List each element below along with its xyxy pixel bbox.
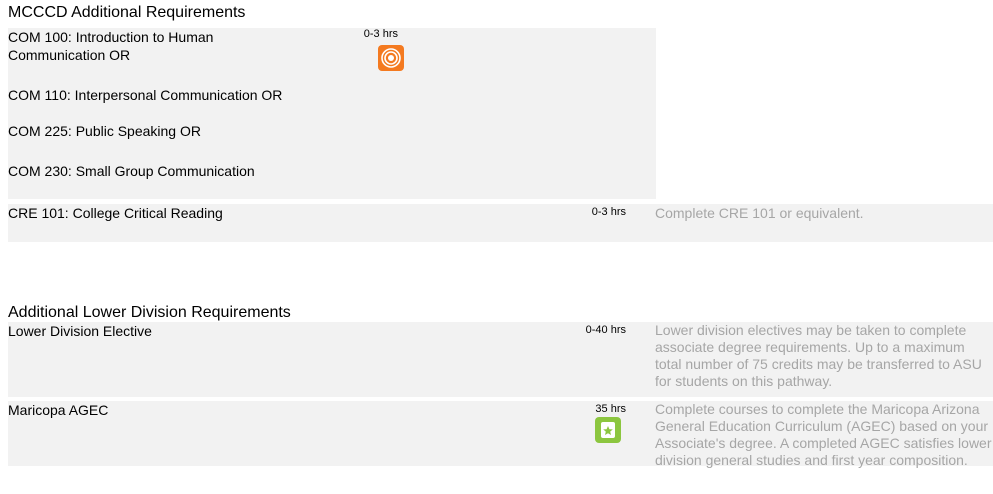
course-hours: 0-3 hrs: [591, 206, 626, 218]
course-group-com: COM 100: Introduction to Human Communica…: [8, 28, 656, 199]
course-hours: 0-3 hrs: [363, 28, 398, 40]
course-com-110: COM 110: Interpersonal Communication OR: [8, 87, 283, 103]
course-title: Lower Division Elective: [8, 323, 152, 339]
course-row-maricopa-agec: Maricopa AGEC 35 hrs Complete courses to…: [8, 401, 993, 468]
section-title-lower-division: Additional Lower Division Requirements: [8, 304, 291, 321]
section-title-mcccd: MCCCD Additional Requirements: [8, 4, 246, 21]
course-row-lower-division-elective: Lower Division Elective 0-40 hrs Lower d…: [8, 322, 993, 397]
course-note: Complete courses to complete the Maricop…: [655, 401, 992, 468]
course-note: Lower division electives may be taken to…: [655, 322, 982, 389]
course-hours: 35 hrs: [595, 403, 626, 415]
course-title: Maricopa AGEC: [8, 402, 109, 418]
orange-swirl-icon: [378, 45, 404, 71]
course-note: Complete CRE 101 or equivalent.: [655, 205, 864, 221]
course-hours: 0-40 hrs: [585, 324, 626, 336]
course-com-100: COM 100: Introduction to Human Communica…: [8, 29, 214, 63]
course-com-225: COM 225: Public Speaking OR: [8, 123, 201, 139]
course-title: CRE 101: College Critical Reading: [8, 205, 223, 221]
course-row-cre-101: CRE 101: College Critical Reading 0-3 hr…: [8, 204, 993, 242]
green-star-icon: [595, 417, 621, 443]
course-com-230: COM 230: Small Group Communication: [8, 163, 255, 179]
